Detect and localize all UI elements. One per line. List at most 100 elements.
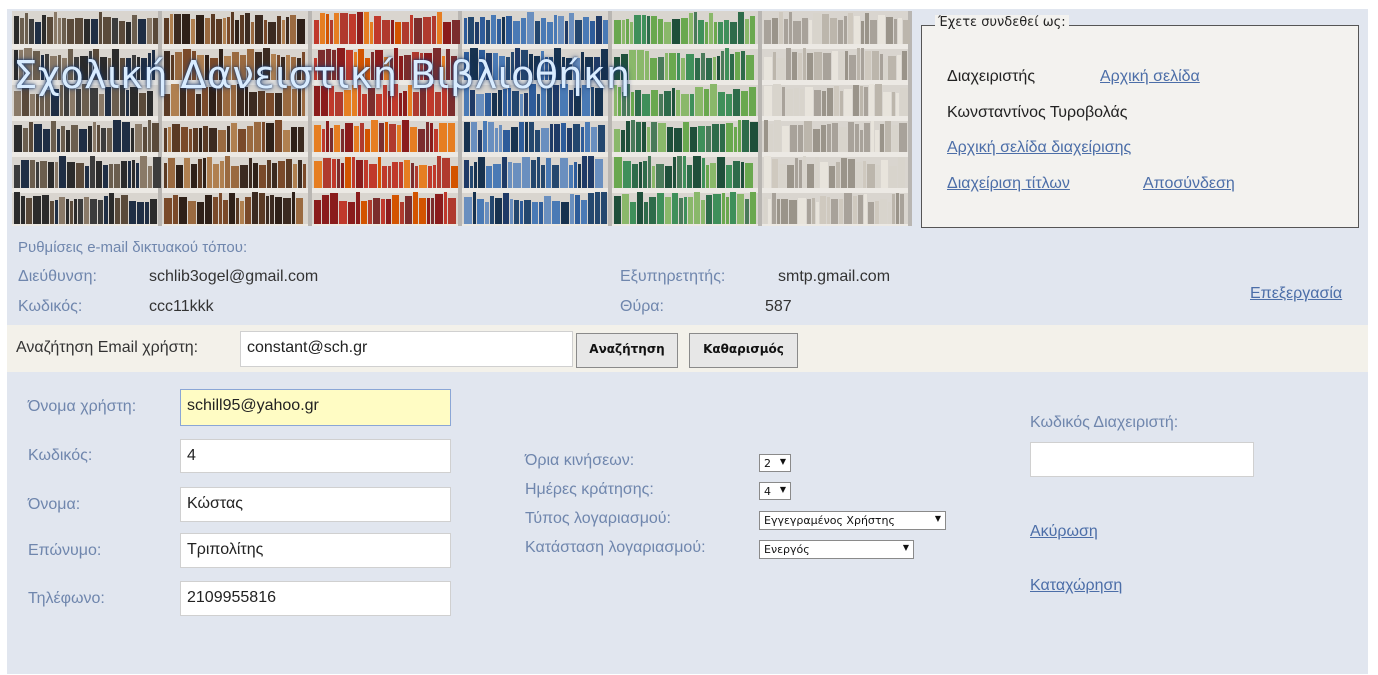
book-spine [170,14,173,44]
book-spine [702,158,705,188]
port-label: Θύρα: [620,298,664,315]
admin-code-input[interactable] [1030,442,1254,477]
book-spine [881,160,888,188]
book-spine [552,165,559,188]
book-spine [90,156,95,188]
home-link[interactable]: Αρχική σελίδα [1100,68,1200,86]
book-spine [255,15,263,44]
book-spine [153,157,161,188]
book-spine [637,192,643,224]
shelf-row [612,119,758,152]
book-spine [99,12,102,44]
account-status-select[interactable]: Ενεργός ▼ [759,540,914,559]
book-spine [382,166,387,188]
book-spine [902,51,907,80]
book-spine [75,18,83,44]
book-spine [585,122,590,152]
book-spine [713,194,721,224]
book-spine [745,199,749,224]
cancel-link[interactable]: Ακύρωση [1030,523,1098,541]
book-spine [400,202,404,224]
book-spine [706,165,709,188]
book-spine [368,200,372,224]
book-spine [93,122,96,152]
book-spine [231,12,234,44]
book-spine [845,51,848,80]
book-spine [591,127,597,152]
book-spine [779,164,786,188]
days-select[interactable]: 4 ▼ [759,482,791,500]
book-spine [388,166,391,188]
book-spine [370,22,373,44]
book-spine [376,94,382,116]
logout-link[interactable]: Αποσύνδεση [1143,175,1235,193]
book-spine [213,197,218,224]
book-spine [860,130,863,152]
book-spine [341,129,344,152]
book-spine [856,162,862,188]
search-button[interactable]: Αναζήτηση [576,333,678,368]
book-spine [129,201,136,224]
admin-home-link[interactable]: Αρχική σελίδα διαχείρισης [947,139,1131,157]
book-spine [804,121,812,152]
book-spine [249,158,252,188]
book-spine [875,84,882,116]
submit-link[interactable]: Καταχώρηση [1030,577,1122,595]
lastname-input[interactable]: Τριπολίτης [180,533,451,568]
book-spine [709,13,713,44]
book-spine [36,162,39,188]
book-spine [690,127,697,152]
account-type-label: Τύπος λογαριασμού: [525,510,671,527]
book-spine [649,197,656,224]
book-spine [858,195,863,224]
edit-email-settings-link[interactable]: Επεξεργασία [1250,285,1342,303]
book-spine [236,198,239,224]
username-input[interactable]: schill95@yahoo.gr [180,389,451,426]
book-spine [777,199,780,224]
book-spine [569,13,574,44]
book-spine [899,123,907,152]
book-spine [786,89,793,116]
shelf-board [762,224,908,226]
book-spine [861,48,864,80]
book-spine [681,94,689,116]
book-spine [98,200,103,224]
book-spine [712,124,719,152]
book-spine [480,17,485,44]
book-spine [418,129,425,152]
book-spine [636,122,641,152]
book-spine [894,19,897,44]
book-spine [378,157,381,188]
book-spine [782,126,789,152]
book-spine [365,129,370,152]
book-spine [868,202,874,224]
book-spine [513,163,521,188]
book-spine [574,162,577,188]
firstname-input[interactable]: Κώστας [180,487,451,522]
book-spine [198,159,202,188]
book-spine [777,58,785,80]
book-spine [786,48,791,80]
book-spine [21,160,29,188]
book-spine [126,22,131,44]
book-spine [552,201,560,224]
book-spine [205,195,212,224]
book-spine [191,164,197,188]
book-spine [334,13,339,44]
phone-input[interactable]: 2109955816 [180,581,451,616]
book-spine [247,126,253,152]
titles-admin-link[interactable]: Διαχείριση τίτλων [947,175,1070,193]
book-spine [326,14,329,44]
limits-select[interactable]: 2 ▼ [759,454,791,472]
book-spine [875,201,879,224]
account-type-select[interactable]: Εγγεγραμένος Χρήστης ▼ [759,511,946,530]
password-input[interactable]: 4 [180,439,451,473]
clear-button[interactable]: Καθαρισμός [689,333,798,368]
book-spine [827,88,833,116]
book-spine [870,20,877,44]
book-spine [410,127,417,152]
search-email-input[interactable]: constant@sch.gr [240,331,573,367]
book-spine [622,20,625,44]
book-spine [798,198,806,224]
book-spine [136,163,139,188]
